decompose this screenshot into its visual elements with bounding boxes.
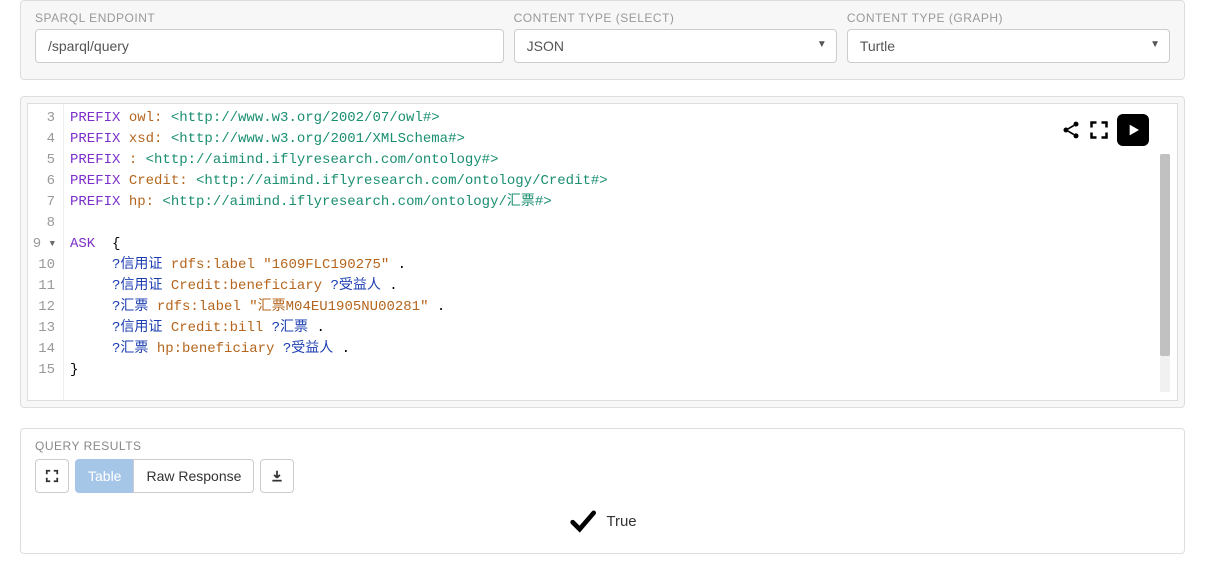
scrollbar-thumb[interactable] [1160, 154, 1170, 356]
share-icon[interactable] [1061, 120, 1081, 140]
endpoint-group: SPARQL ENDPOINT [35, 11, 504, 63]
results-toolbar: Table Raw Response [35, 459, 1170, 493]
endpoint-input[interactable] [35, 29, 504, 63]
config-panel: SPARQL ENDPOINT CONTENT TYPE (SELECT) JS… [20, 0, 1185, 80]
results-panel: QUERY RESULTS Table Raw Response True [20, 428, 1185, 554]
run-query-button[interactable] [1117, 114, 1149, 146]
code-area[interactable]: PREFIX owl: <http://www.w3.org/2002/07/o… [64, 104, 1177, 400]
result-value: True [606, 513, 636, 530]
results-fullscreen-button[interactable] [35, 459, 69, 493]
select-type-label: CONTENT TYPE (SELECT) [514, 11, 837, 25]
download-results-button[interactable] [260, 459, 294, 493]
fullscreen-icon[interactable] [1089, 120, 1109, 140]
result-value-row: True [568, 507, 636, 535]
graph-type-dropdown[interactable]: Turtle [847, 29, 1170, 63]
tab-raw-response[interactable]: Raw Response [133, 459, 254, 493]
endpoint-label: SPARQL ENDPOINT [35, 11, 504, 25]
sparql-editor[interactable]: 3456789 ▼101112131415 PREFIX owl: <http:… [27, 103, 1178, 401]
select-type-dropdown[interactable]: JSON [514, 29, 837, 63]
graph-type-label: CONTENT TYPE (GRAPH) [847, 11, 1170, 25]
select-type-group: CONTENT TYPE (SELECT) JSON [514, 11, 837, 63]
query-editor-panel: 3456789 ▼101112131415 PREFIX owl: <http:… [20, 96, 1185, 408]
results-view-tabs: Table Raw Response [75, 459, 254, 493]
result-body: True [35, 493, 1170, 539]
results-header: QUERY RESULTS [35, 439, 1170, 453]
check-icon [568, 507, 596, 535]
line-gutter: 3456789 ▼101112131415 [28, 104, 64, 400]
editor-actions [1061, 114, 1149, 146]
editor-scrollbar[interactable] [1160, 154, 1170, 392]
graph-type-group: CONTENT TYPE (GRAPH) Turtle [847, 11, 1170, 63]
tab-table[interactable]: Table [75, 459, 134, 493]
